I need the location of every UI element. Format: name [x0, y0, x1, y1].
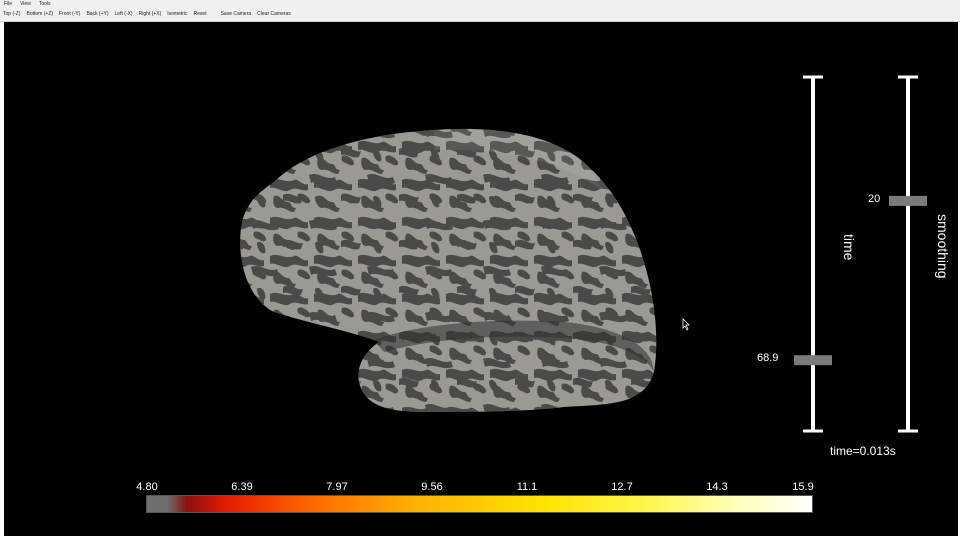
time-readout: time=0.013s	[830, 444, 896, 458]
colorbar-tick: 9.56	[421, 481, 443, 493]
colorbar-tick: 11.1	[516, 481, 538, 493]
save-camera-button[interactable]: Save Camera	[218, 8, 255, 21]
time-slider-handle[interactable]	[794, 355, 832, 366]
colorbar-tick: 6.39	[231, 481, 253, 493]
camera-toolbar: Top (-Z) Bottom (+Z) Front (-Y) Back (+Y…	[0, 8, 960, 22]
time-slider-value: 68.9	[757, 352, 779, 365]
menu-bar: File View Tools	[0, 0, 960, 8]
top-view-button[interactable]: Top (-Z)	[0, 8, 24, 21]
smoothing-slider-handle[interactable]	[889, 195, 927, 206]
clear-cameras-button[interactable]: Clear Cameras	[254, 8, 294, 21]
time-slider-title: time	[841, 234, 857, 261]
colorbar-tick: 4.80	[136, 481, 158, 493]
menu-view[interactable]: View	[16, 0, 35, 8]
smoothing-slider-title: smoothing	[935, 214, 951, 279]
time-slider[interactable]	[794, 75, 832, 433]
smoothing-slider-value: 20	[868, 192, 881, 205]
mouse-cursor-icon	[682, 318, 690, 331]
menu-file[interactable]: File	[0, 0, 16, 8]
front-view-button[interactable]: Front (-Y)	[56, 8, 83, 21]
right-view-button[interactable]: Right (+X)	[136, 8, 165, 21]
smoothing-slider[interactable]	[889, 75, 927, 433]
reset-camera-button[interactable]: Reset	[191, 8, 210, 21]
isometric-view-button[interactable]: Isometric	[164, 8, 190, 21]
back-view-button[interactable]: Back (+Y)	[83, 8, 111, 21]
menu-tools[interactable]: Tools	[35, 0, 55, 8]
brain-surface-canvas[interactable]	[4, 22, 958, 536]
bottom-view-button[interactable]: Bottom (+Z)	[24, 8, 57, 21]
brain-surface	[240, 128, 657, 413]
left-view-button[interactable]: Left (-X)	[112, 8, 136, 21]
colorbar-tick: 12.7	[611, 481, 633, 493]
colorbar	[146, 495, 813, 513]
colorbar-tick: 15.9	[792, 481, 814, 493]
colorbar-tick: 14.3	[706, 481, 728, 493]
render-viewport[interactable]: 68.9 20 time smoothing time=0.013s 4.80 …	[4, 22, 958, 536]
colorbar-tick: 7.97	[326, 481, 348, 493]
